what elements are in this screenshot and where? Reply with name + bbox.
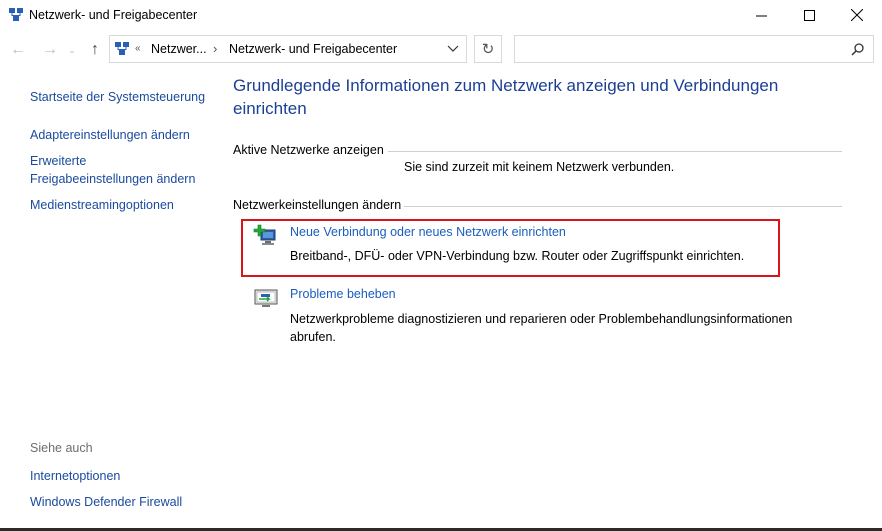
- network-center-icon: [115, 42, 129, 55]
- troubleshoot-icon: [254, 289, 278, 307]
- section-divider: [388, 151, 842, 152]
- refresh-icon: ↻: [481, 41, 495, 58]
- sidebar-link-adapter-settings[interactable]: Adaptereinstellungen ändern: [30, 126, 190, 144]
- back-button[interactable]: ←: [8, 40, 28, 60]
- refresh-button[interactable]: ↻: [474, 35, 502, 63]
- sidebar-link-internet-options[interactable]: Internetoptionen: [30, 467, 120, 485]
- section-divider: [404, 206, 842, 207]
- see-also-label: Siehe auch: [30, 441, 93, 455]
- arrow-right-icon: →: [42, 41, 58, 58]
- sidebar-link-advanced-sharing[interactable]: Erweiterte Freigabeeinstellungen ändern: [30, 152, 195, 188]
- minimize-icon: [755, 15, 767, 16]
- sidebar-link-defender-firewall[interactable]: Windows Defender Firewall: [30, 493, 182, 511]
- recent-locations-button[interactable]: ⌄: [65, 40, 79, 60]
- close-icon: [851, 9, 863, 21]
- search-icon: [851, 43, 864, 56]
- window-title: Netzwerk- und Freigabecenter: [29, 8, 198, 22]
- arrow-left-icon: ←: [10, 41, 26, 58]
- new-connection-link[interactable]: Neue Verbindung oder neues Netzwerk einr…: [290, 225, 566, 239]
- sidebar-link-control-panel-home[interactable]: Startseite der Systemsteuerung: [30, 88, 205, 106]
- search-input[interactable]: [514, 35, 874, 63]
- troubleshoot-link[interactable]: Probleme beheben: [290, 287, 396, 301]
- address-bar[interactable]: « Netzwer... › Netzwerk- und Freigabecen…: [109, 35, 467, 63]
- network-settings-heading: Netzwerkeinstellungen ändern: [233, 198, 402, 212]
- chevron-down-icon[interactable]: [444, 42, 462, 56]
- close-button[interactable]: [834, 0, 880, 30]
- active-networks-heading: Aktive Netzwerke anzeigen: [233, 143, 384, 157]
- network-status-text: Sie sind zurzeit mit keinem Netzwerk ver…: [404, 160, 675, 174]
- breadcrumb-item-network[interactable]: Netzwer...: [151, 42, 207, 56]
- page-title: Grundlegende Informationen zum Netzwerk …: [233, 76, 779, 118]
- minimize-button[interactable]: [738, 0, 784, 30]
- sidebar-link-media-streaming[interactable]: Medienstreamingoptionen: [30, 196, 174, 214]
- title-bar: Netzwerk- und Freigabecenter: [0, 0, 882, 30]
- breadcrumb-separator[interactable]: ›: [213, 41, 217, 56]
- network-center-icon: [9, 8, 23, 21]
- new-connection-description: Breitband-, DFÜ- oder VPN-Verbindung bzw…: [290, 249, 745, 263]
- maximize-icon: [803, 9, 815, 21]
- troubleshoot-description: Netzwerkprobleme diagnostizieren und rep…: [290, 312, 793, 344]
- up-button[interactable]: ↑: [85, 40, 105, 60]
- breadcrumb-item-network-center[interactable]: Netzwerk- und Freigabecenter: [229, 42, 397, 56]
- breadcrumb-overflow[interactable]: «: [135, 43, 141, 54]
- forward-button[interactable]: →: [40, 40, 60, 60]
- new-connection-icon: [253, 224, 276, 245]
- chevron-down-icon: ⌄: [68, 44, 76, 55]
- arrow-up-icon: ↑: [91, 41, 99, 58]
- maximize-button[interactable]: [786, 0, 832, 30]
